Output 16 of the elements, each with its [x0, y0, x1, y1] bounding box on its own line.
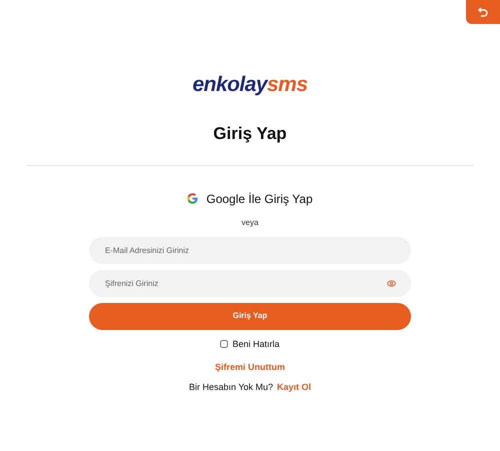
forgot-password-link[interactable]: Şifremi Unuttum	[214, 361, 285, 374]
remember-label: Beni Hatırla	[232, 338, 280, 350]
remember-checkbox[interactable]	[220, 340, 228, 348]
register-link[interactable]: Kayıt Ol	[277, 380, 312, 394]
logo: enkolaysms	[192, 74, 308, 95]
separator-text: veya	[242, 216, 258, 228]
back-button[interactable]	[466, 0, 500, 24]
login-button[interactable]: Giriş Yap	[89, 302, 411, 330]
page-title: Giriş Yap	[213, 123, 287, 145]
email-field[interactable]: E-Mail Adresinizi Giriniz	[89, 236, 411, 264]
eye-icon[interactable]	[387, 278, 396, 288]
undo-icon	[477, 6, 489, 18]
google-button[interactable]: Google İle Giriş Yap	[187, 190, 313, 208]
password-field[interactable]: Şifrenizi Giriniz	[89, 270, 411, 296]
register-prompt: Bir Hesabın Yok Mu?	[188, 380, 274, 394]
google-icon	[187, 193, 198, 204]
